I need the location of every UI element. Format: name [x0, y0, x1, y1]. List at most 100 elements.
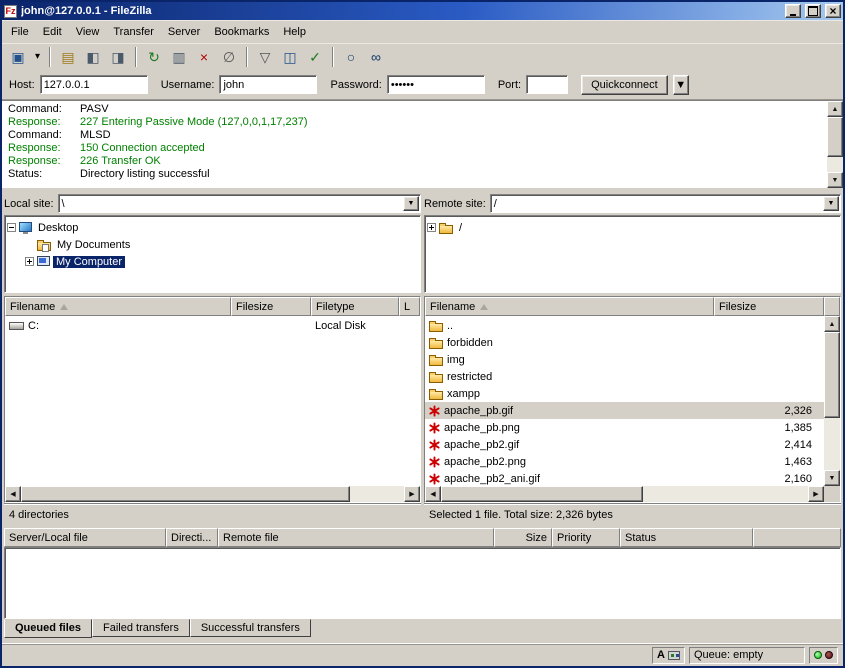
column-header-direction[interactable]: Directi... — [166, 528, 218, 547]
menu-edit[interactable]: Edit — [36, 22, 69, 42]
transfer-type-indicator[interactable]: A — [652, 647, 685, 664]
tree-item-root[interactable]: / — [427, 219, 838, 236]
scrollbar-track[interactable] — [824, 332, 840, 470]
file-row-xampp[interactable]: xampp — [425, 385, 824, 402]
menu-server[interactable]: Server — [161, 22, 207, 42]
host-input[interactable] — [40, 75, 148, 94]
menu-help[interactable]: Help — [276, 22, 313, 42]
activity-leds — [809, 647, 838, 664]
queue-list[interactable] — [4, 547, 841, 619]
menu-transfer[interactable]: Transfer — [106, 22, 161, 42]
column-header-priority[interactable]: Priority — [552, 528, 620, 547]
scroll-up-button[interactable] — [824, 316, 840, 332]
remote-site-row: Remote site: / — [424, 192, 841, 215]
sort-ascending-icon — [60, 304, 68, 310]
log-scrollbar[interactable] — [827, 101, 843, 188]
scroll-down-button[interactable] — [824, 470, 840, 486]
toggle-local-tree-icon[interactable]: ◧ — [81, 46, 105, 68]
filename-cell: apache_pb2.png — [425, 453, 714, 470]
scroll-down-button[interactable] — [827, 172, 843, 188]
username-input[interactable] — [219, 75, 317, 94]
expand-expander-icon[interactable] — [25, 257, 34, 266]
column-header-remote-file[interactable]: Remote file — [218, 528, 494, 547]
scroll-right-button[interactable] — [404, 486, 420, 502]
menu-file[interactable]: File — [4, 22, 36, 42]
search-icon[interactable]: ○ — [339, 46, 363, 68]
refresh-icon[interactable]: ↻ — [142, 46, 166, 68]
scroll-right-button[interactable] — [808, 486, 824, 502]
log-line-label: Response: — [8, 142, 80, 155]
site-manager-dropdown-icon[interactable]: ▾ — [31, 46, 44, 68]
disconnect-icon[interactable]: ∅ — [217, 46, 241, 68]
remote-horizontal-scrollbar[interactable] — [425, 486, 840, 502]
local-site-combobox[interactable]: \ — [58, 194, 421, 213]
scrollbar-thumb[interactable] — [21, 486, 350, 502]
expand-expander-icon[interactable] — [427, 223, 436, 232]
toggle-queue-icon[interactable]: ▥ — [167, 46, 191, 68]
column-header-filename[interactable]: Filename — [5, 297, 231, 316]
column-header-filetype[interactable]: Filetype — [311, 297, 399, 316]
filter-icon[interactable]: ▽ — [253, 46, 277, 68]
file-row-forbidden[interactable]: forbidden — [425, 334, 824, 351]
scrollbar-track[interactable] — [441, 486, 808, 502]
connection-status-icon — [668, 651, 680, 660]
column-header-status[interactable]: Status — [620, 528, 753, 547]
send-activity-led-icon — [825, 651, 833, 659]
column-header-filename[interactable]: Filename — [425, 297, 714, 316]
filename-text: apache_pb.png — [444, 422, 520, 434]
remote-site-combobox[interactable]: / — [490, 194, 841, 213]
quickconnect-button[interactable]: Quickconnect — [581, 75, 668, 95]
menu-bookmarks[interactable]: Bookmarks — [207, 22, 276, 42]
minimize-button[interactable] — [785, 4, 801, 18]
maximize-button[interactable] — [805, 4, 821, 18]
scrollbar-track[interactable] — [21, 486, 404, 502]
column-header-size[interactable]: Size — [494, 528, 552, 547]
tab-queued-files[interactable]: Queued files — [4, 619, 92, 638]
password-input[interactable] — [387, 75, 485, 94]
tab-successful-transfers[interactable]: Successful transfers — [190, 619, 311, 637]
scrollbar-thumb[interactable] — [824, 332, 840, 418]
scroll-up-button[interactable] — [827, 101, 843, 117]
file-row-parent-dir[interactable]: .. — [425, 317, 824, 334]
chevron-down-icon[interactable] — [823, 196, 839, 211]
site-manager-icon[interactable]: ▣ — [6, 46, 30, 68]
scrollbar-thumb[interactable] — [441, 486, 643, 502]
file-row-restricted[interactable]: restricted — [425, 368, 824, 385]
header-stub — [824, 297, 840, 316]
column-header-filesize[interactable]: Filesize — [714, 297, 824, 316]
compare-icon[interactable]: ◫ — [278, 46, 302, 68]
scroll-left-button[interactable] — [425, 486, 441, 502]
toggle-message-log-icon[interactable]: ▤ — [56, 46, 80, 68]
sync-browse-icon[interactable]: ✓ — [303, 46, 327, 68]
scrollbar-thumb[interactable] — [827, 117, 843, 157]
file-row-apache-pb-gif-selected[interactable]: apache_pb.gif 2,326 — [425, 402, 824, 419]
tab-failed-transfers[interactable]: Failed transfers — [92, 619, 190, 637]
local-pane: Local site: \ Desktop My Documents — [4, 192, 421, 524]
file-row-apache-pb-png[interactable]: apache_pb.png 1,385 — [425, 419, 824, 436]
scrollbar-track[interactable] — [827, 117, 843, 172]
find-icon[interactable]: ∞ — [364, 46, 388, 68]
column-header-server-local-file[interactable]: Server/Local file — [4, 528, 166, 547]
cancel-icon[interactable]: × — [192, 46, 216, 68]
tree-item-my-documents[interactable]: My Documents — [37, 236, 418, 253]
scroll-left-button[interactable] — [5, 486, 21, 502]
tree-item-my-computer[interactable]: My Computer — [25, 253, 418, 270]
file-row-apache-pb2-png[interactable]: apache_pb2.png 1,463 — [425, 453, 824, 470]
file-row-c-drive[interactable]: C: Local Disk — [5, 317, 420, 334]
tree-item-desktop[interactable]: Desktop — [7, 219, 418, 236]
port-input[interactable] — [526, 75, 568, 94]
close-button[interactable] — [825, 4, 841, 18]
remote-vertical-scrollbar[interactable] — [824, 316, 840, 486]
local-horizontal-scrollbar[interactable] — [5, 486, 420, 502]
column-header-filesize[interactable]: Filesize — [231, 297, 311, 316]
menu-view[interactable]: View — [69, 22, 107, 42]
file-row-apache-pb2-ani-gif[interactable]: apache_pb2_ani.gif 2,160 — [425, 470, 824, 486]
collapse-expander-icon[interactable] — [7, 223, 16, 232]
toggle-remote-tree-icon[interactable]: ◨ — [106, 46, 130, 68]
file-row-img[interactable]: img — [425, 351, 824, 368]
chevron-down-icon[interactable] — [403, 196, 419, 211]
file-row-apache-pb2-gif[interactable]: apache_pb2.gif 2,414 — [425, 436, 824, 453]
column-header-lastmodified[interactable]: L — [399, 297, 420, 316]
local-site-value: \ — [59, 198, 402, 210]
quickconnect-dropdown-icon[interactable] — [673, 75, 689, 95]
